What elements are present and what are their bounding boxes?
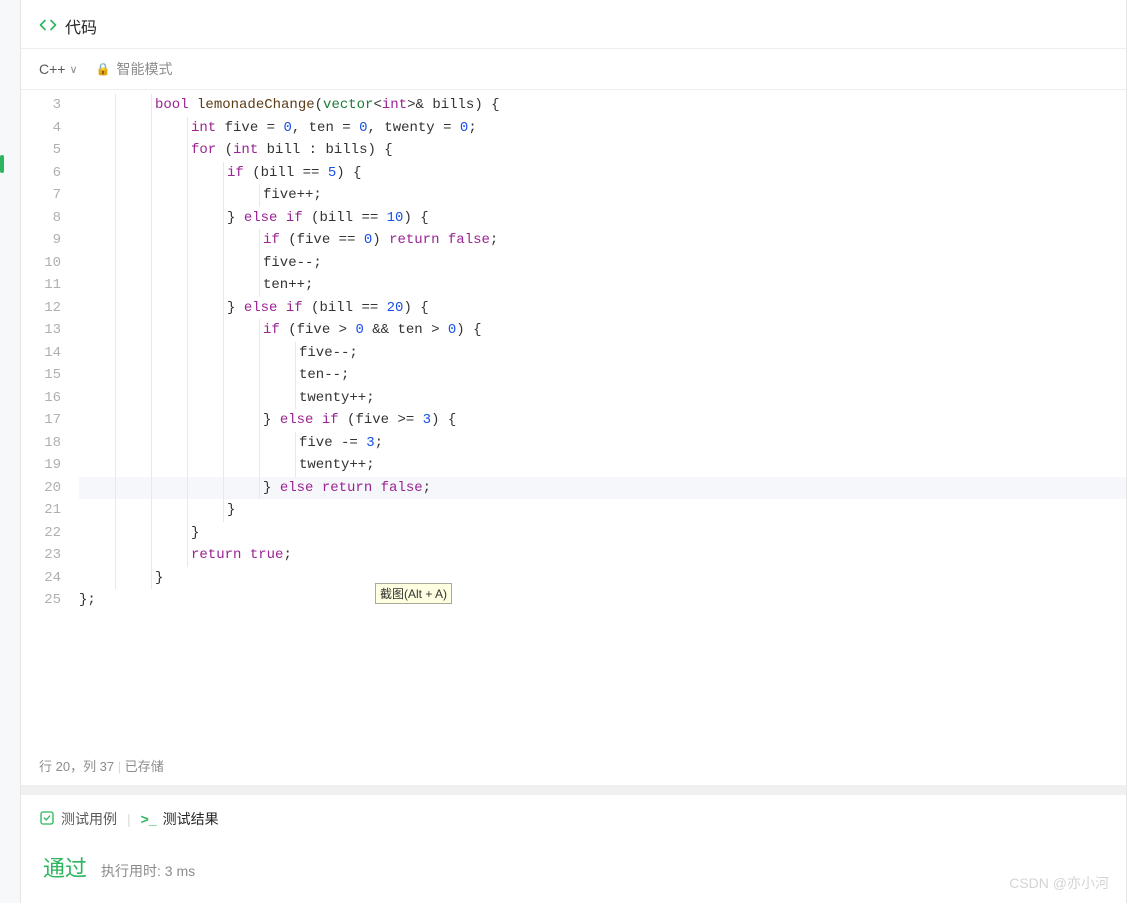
code-line[interactable]: ten++; [79, 274, 1126, 297]
code-line[interactable]: bool lemonadeChange(vector<int>& bills) … [79, 94, 1126, 117]
code-line[interactable]: } else if (five >= 3) { [79, 409, 1126, 432]
line-number: 13 [21, 319, 61, 342]
code-line[interactable]: } else if (bill == 10) { [79, 207, 1126, 230]
code-line[interactable]: } [79, 567, 1126, 590]
line-number: 20 [21, 477, 61, 500]
code-line[interactable]: } else if (bill == 20) { [79, 297, 1126, 320]
code-line[interactable]: five--; [79, 342, 1126, 365]
line-number: 11 [21, 274, 61, 297]
code-line[interactable]: } [79, 499, 1126, 522]
cursor-position: 行 20，列 37 [39, 759, 114, 774]
tab-test-results[interactable]: >_ 测试结果 [141, 809, 219, 829]
line-number: 21 [21, 499, 61, 522]
line-number: 14 [21, 342, 61, 365]
line-number: 8 [21, 207, 61, 230]
line-number: 7 [21, 184, 61, 207]
code-line[interactable]: ten--; [79, 364, 1126, 387]
result-status: 通过 [43, 851, 87, 883]
line-number: 10 [21, 252, 61, 275]
code-line[interactable]: twenty++; [79, 387, 1126, 410]
code-line[interactable]: if (five == 0) return false; [79, 229, 1126, 252]
line-number: 9 [21, 229, 61, 252]
line-number: 3 [21, 94, 61, 117]
code-line[interactable]: for (int bill : bills) { [79, 139, 1126, 162]
code-editor[interactable]: 345678910111213141516171819202122232425 … [21, 90, 1126, 745]
code-line[interactable]: int five = 0, ten = 0, twenty = 0; [79, 117, 1126, 140]
main-panel: 代码 C++ ∨ 🔒 智能模式 345678910111213141516171… [20, 0, 1127, 903]
code-area[interactable]: bool lemonadeChange(vector<int>& bills) … [79, 90, 1126, 745]
code-line[interactable]: twenty++; [79, 454, 1126, 477]
tab-separator: | [127, 811, 131, 827]
line-number: 12 [21, 297, 61, 320]
accent-marker [0, 155, 4, 173]
code-line[interactable]: } [79, 522, 1126, 545]
code-line[interactable]: } else return false; [79, 477, 1126, 500]
code-icon [39, 16, 57, 37]
panel-title: 代码 [65, 14, 97, 38]
code-line[interactable]: five -= 3; [79, 432, 1126, 455]
line-number: 15 [21, 364, 61, 387]
line-number: 18 [21, 432, 61, 455]
editor-mode: 🔒 智能模式 [96, 59, 173, 79]
language-selector[interactable]: C++ ∨ [39, 61, 78, 77]
code-line[interactable]: five--; [79, 252, 1126, 275]
line-number: 19 [21, 454, 61, 477]
line-number: 4 [21, 117, 61, 140]
language-label: C++ [39, 61, 65, 77]
line-number: 24 [21, 567, 61, 590]
code-line[interactable]: }; [79, 589, 1126, 612]
result-runtime: 执行用时: 3 ms [101, 861, 195, 881]
result-tabs: 测试用例 | >_ 测试结果 [21, 795, 1126, 839]
tab-test-cases[interactable]: 测试用例 [39, 809, 117, 829]
screenshot-tooltip: 截图(Alt + A) [375, 583, 452, 604]
lock-icon: 🔒 [96, 62, 111, 76]
left-gutter-bg [0, 0, 20, 903]
line-number: 5 [21, 139, 61, 162]
line-number: 25 [21, 589, 61, 612]
check-square-icon [39, 810, 55, 829]
terminal-icon: >_ [141, 811, 157, 827]
line-number-gutter: 345678910111213141516171819202122232425 [21, 90, 79, 745]
line-number: 16 [21, 387, 61, 410]
code-line[interactable]: if (bill == 5) { [79, 162, 1126, 185]
result-panel: 测试用例 | >_ 测试结果 通过 执行用时: 3 ms [21, 785, 1126, 903]
watermark: CSDN @亦小河 [1009, 873, 1109, 893]
panel-header: 代码 [21, 0, 1126, 49]
editor-toolbar: C++ ∨ 🔒 智能模式 [21, 49, 1126, 90]
line-number: 22 [21, 522, 61, 545]
save-status: 已存储 [125, 759, 164, 774]
editor-status-bar: 行 20，列 37 | 已存储 [21, 745, 1126, 785]
line-number: 17 [21, 409, 61, 432]
code-line[interactable]: if (five > 0 && ten > 0) { [79, 319, 1126, 342]
result-body: 通过 执行用时: 3 ms [21, 839, 1126, 903]
line-number: 23 [21, 544, 61, 567]
line-number: 6 [21, 162, 61, 185]
chevron-down-icon: ∨ [69, 63, 77, 76]
mode-label: 智能模式 [116, 59, 172, 79]
code-line[interactable]: five++; [79, 184, 1126, 207]
code-line[interactable]: return true; [79, 544, 1126, 567]
